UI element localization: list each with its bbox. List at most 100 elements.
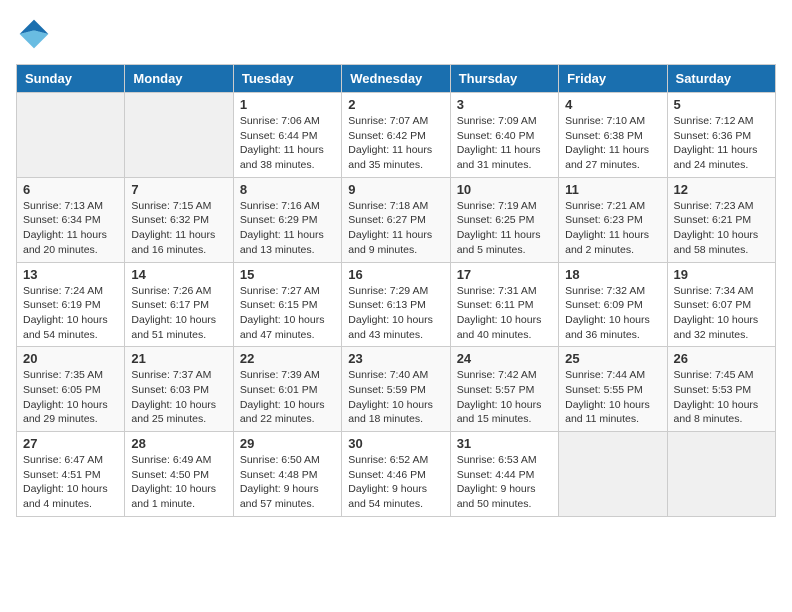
day-header-friday: Friday	[559, 65, 667, 93]
sunset-label: Sunset: 4:48 PM	[240, 469, 318, 481]
day-info: Sunrise: 7:39 AMSunset: 6:01 PMDaylight:…	[240, 368, 335, 427]
day-info: Sunrise: 7:21 AMSunset: 6:23 PMDaylight:…	[565, 199, 660, 258]
day-info: Sunrise: 6:47 AMSunset: 4:51 PMDaylight:…	[23, 453, 118, 512]
day-number: 25	[565, 351, 660, 366]
day-number: 12	[674, 182, 769, 197]
sunrise-label: Sunrise: 7:15 AM	[131, 200, 211, 212]
day-number: 31	[457, 436, 552, 451]
day-info: Sunrise: 7:10 AMSunset: 6:38 PMDaylight:…	[565, 114, 660, 173]
day-header-saturday: Saturday	[667, 65, 775, 93]
calendar-cell	[667, 432, 775, 517]
day-info: Sunrise: 7:45 AMSunset: 5:53 PMDaylight:…	[674, 368, 769, 427]
sunset-label: Sunset: 6:38 PM	[565, 130, 643, 142]
calendar-cell: 15Sunrise: 7:27 AMSunset: 6:15 PMDayligh…	[233, 262, 341, 347]
day-info: Sunrise: 7:12 AMSunset: 6:36 PMDaylight:…	[674, 114, 769, 173]
day-info: Sunrise: 6:49 AMSunset: 4:50 PMDaylight:…	[131, 453, 226, 512]
day-number: 16	[348, 267, 443, 282]
sunrise-label: Sunrise: 7:07 AM	[348, 115, 428, 127]
calendar-cell: 2 Sunrise: 7:07 AM Sunset: 6:42 PM Daylight…	[342, 93, 450, 178]
day-info: Sunrise: 7:31 AMSunset: 6:11 PMDaylight:…	[457, 284, 552, 343]
day-number: 4	[565, 97, 660, 112]
day-info: Sunrise: 7:23 AMSunset: 6:21 PMDaylight:…	[674, 199, 769, 258]
calendar-cell: 25 Sunrise: 7:44 AMSunset: 5:55 PMDayligh…	[559, 347, 667, 432]
sunrise-label: Sunrise: 7:31 AM	[457, 285, 537, 297]
calendar-cell: 8Sunrise: 7:16 AMSunset: 6:29 PMDaylight…	[233, 177, 341, 262]
sunrise-label: Sunrise: 7:09 AM	[457, 115, 537, 127]
calendar-cell: 3 Sunrise: 7:09 AMSunset: 6:40 PMDaylight…	[450, 93, 558, 178]
calendar-cell: 24Sunrise: 7:42 AMSunset: 5:57 PMDayligh…	[450, 347, 558, 432]
daylight-label: Daylight: 10 hours and 18 minutes.	[348, 399, 433, 426]
day-number: 30	[348, 436, 443, 451]
sunrise-label: Sunrise: 7:37 AM	[131, 369, 211, 381]
daylight-label: Daylight: 11 hours and 27 minutes.	[565, 144, 649, 171]
day-info: Sunrise: 7:37 AMSunset: 6:03 PMDaylight:…	[131, 368, 226, 427]
sunset-label: Sunset: 6:42 PM	[348, 130, 426, 142]
calendar-cell	[17, 93, 125, 178]
daylight-label: Daylight: 9 hours and 57 minutes.	[240, 483, 319, 510]
day-info: Sunrise: 7:09 AMSunset: 6:40 PMDaylight:…	[457, 114, 552, 173]
sunset-label: Sunset: 6:01 PM	[240, 384, 318, 396]
day-number: 22	[240, 351, 335, 366]
day-number: 3	[457, 97, 552, 112]
calendar-cell	[559, 432, 667, 517]
sunset-label: Sunset: 4:44 PM	[457, 469, 535, 481]
sunrise-label: Sunrise: 7:21 AM	[565, 200, 645, 212]
daylight-label: Daylight: 11 hours and 5 minutes.	[457, 229, 541, 256]
calendar-cell: 4 Sunrise: 7:10 AMSunset: 6:38 PMDaylight…	[559, 93, 667, 178]
daylight-label: Daylight: 9 hours and 50 minutes.	[457, 483, 536, 510]
sunrise-label: Sunrise: 7:16 AM	[240, 200, 320, 212]
sunrise-label: Sunrise: 7:42 AM	[457, 369, 537, 381]
day-number: 14	[131, 267, 226, 282]
sunrise-label: Sunrise: 7:18 AM	[348, 200, 428, 212]
calendar-cell: 9Sunrise: 7:18 AMSunset: 6:27 PMDaylight…	[342, 177, 450, 262]
day-info: Sunrise: 6:52 AMSunset: 4:46 PMDaylight:…	[348, 453, 443, 512]
calendar-cell: 16Sunrise: 7:29 AMSunset: 6:13 PMDayligh…	[342, 262, 450, 347]
sunset-label: Sunset: 6:09 PM	[565, 299, 643, 311]
calendar-week-row: 1Sunrise: 7:06 AMSunset: 6:44 PMDaylight…	[17, 93, 776, 178]
calendar-cell: 7Sunrise: 7:15 AMSunset: 6:32 PMDaylight…	[125, 177, 233, 262]
daylight-label: Daylight: 11 hours and 16 minutes.	[131, 229, 215, 256]
sunrise-label: Sunrise: 7:06 AM	[240, 115, 320, 127]
sunset-label: Sunset: 4:46 PM	[348, 469, 426, 481]
daylight-label: Daylight: 11 hours and 38 minutes.	[240, 144, 324, 171]
calendar-cell: 23Sunrise: 7:40 AMSunset: 5:59 PMDayligh…	[342, 347, 450, 432]
sunrise-label: Sunrise: 7:35 AM	[23, 369, 103, 381]
sunrise-label: Sunrise: 6:49 AM	[131, 454, 211, 466]
calendar-cell: 14 Sunrise: 7:26 AMSunset: 6:17 PMDayligh…	[125, 262, 233, 347]
sunset-label: Sunset: 6:25 PM	[457, 214, 535, 226]
daylight-label: Daylight: 11 hours and 31 minutes.	[457, 144, 541, 171]
sunrise-label: Sunrise: 7:32 AM	[565, 285, 645, 297]
day-info: Sunrise: 7:16 AMSunset: 6:29 PMDaylight:…	[240, 199, 335, 258]
sunrise-label: Sunrise: 7:39 AM	[240, 369, 320, 381]
sunrise-label: Sunrise: 7:23 AM	[674, 200, 754, 212]
day-number: 6	[23, 182, 118, 197]
sunrise-label: Sunrise: 7:24 AM	[23, 285, 103, 297]
day-info: Sunrise: 7:44 AMSunset: 5:55 PMDaylight:…	[565, 368, 660, 427]
day-number: 24	[457, 351, 552, 366]
daylight-label: Daylight: 11 hours and 35 minutes.	[348, 144, 432, 171]
day-number: 2	[348, 97, 443, 112]
sunset-label: Sunset: 5:55 PM	[565, 384, 643, 396]
page-header	[16, 16, 776, 52]
day-info: Sunrise: 7:35 AMSunset: 6:05 PMDaylight:…	[23, 368, 118, 427]
sunset-label: Sunset: 6:07 PM	[674, 299, 752, 311]
daylight-label: Daylight: 10 hours and 47 minutes.	[240, 314, 325, 341]
sunset-label: Sunset: 6:21 PM	[674, 214, 752, 226]
logo	[16, 16, 56, 52]
sunset-label: Sunset: 4:51 PM	[23, 469, 101, 481]
day-header-wednesday: Wednesday	[342, 65, 450, 93]
sunrise-label: Sunrise: 7:19 AM	[457, 200, 537, 212]
day-number: 15	[240, 267, 335, 282]
calendar-cell: 27Sunrise: 6:47 AMSunset: 4:51 PMDayligh…	[17, 432, 125, 517]
daylight-label: Daylight: 10 hours and 43 minutes.	[348, 314, 433, 341]
day-header-monday: Monday	[125, 65, 233, 93]
day-number: 20	[23, 351, 118, 366]
day-info: Sunrise: 7:26 AMSunset: 6:17 PMDaylight:…	[131, 284, 226, 343]
sunrise-label: Sunrise: 6:47 AM	[23, 454, 103, 466]
day-number: 27	[23, 436, 118, 451]
daylight-label: Daylight: 10 hours and 29 minutes.	[23, 399, 108, 426]
calendar-cell: 26Sunrise: 7:45 AMSunset: 5:53 PMDayligh…	[667, 347, 775, 432]
sunset-label: Sunset: 5:53 PM	[674, 384, 752, 396]
day-header-thursday: Thursday	[450, 65, 558, 93]
sunrise-label: Sunrise: 6:50 AM	[240, 454, 320, 466]
